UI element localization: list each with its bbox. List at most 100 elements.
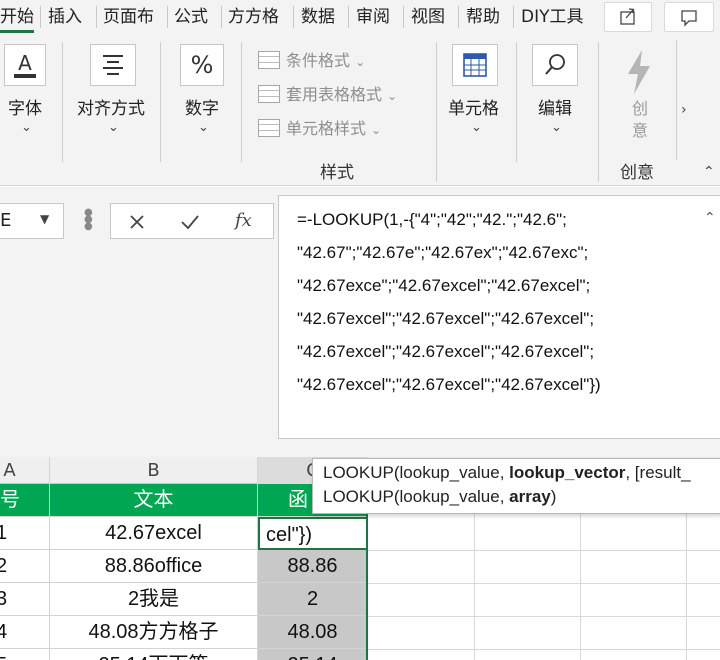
chevron-down-icon: ⌄	[198, 120, 209, 135]
formula-line: "42.67excel";"42.67excel";"42.67excel"})	[297, 375, 601, 394]
tooltip-signature-vector[interactable]: LOOKUP(lookup_value, lookup_vector, [res…	[323, 463, 691, 483]
tab-insert[interactable]: 插入	[48, 4, 82, 30]
conditional-formatting-button[interactable]: 条件格式 ⌄	[258, 48, 365, 74]
name-box-value: E	[0, 210, 12, 231]
tab-formulas[interactable]: 公式	[174, 4, 208, 30]
editing-button[interactable]	[532, 44, 578, 86]
tab-separator	[403, 6, 404, 28]
search-icon	[545, 54, 565, 75]
comment-icon	[681, 10, 697, 27]
tab-view[interactable]: 视图	[411, 4, 445, 30]
chevron-down-icon[interactable]: ▼	[40, 212, 49, 226]
number-format-button[interactable]: %	[180, 44, 224, 86]
ribbon-separator	[436, 42, 437, 182]
table-row-text[interactable]: 48.08方方格子	[50, 616, 258, 649]
comments-button[interactable]	[664, 2, 714, 32]
tab-page-layout[interactable]: 页面布	[103, 4, 154, 30]
tab-separator	[348, 6, 349, 28]
active-cell[interactable]: cel"})	[258, 517, 368, 550]
font-button[interactable]: A	[4, 44, 46, 86]
chevron-down-icon: ⌄	[355, 55, 366, 69]
table-row-text[interactable]: 42.67excel	[50, 517, 258, 550]
tab-separator	[221, 6, 222, 28]
chevron-right-icon[interactable]: ›	[681, 102, 687, 118]
tab-separator	[40, 6, 41, 28]
name-box[interactable]: E ▼	[0, 203, 64, 239]
chevron-down-icon: ⌄	[371, 123, 382, 137]
grid-line	[368, 550, 720, 551]
cells-grid-icon	[463, 53, 487, 77]
chevron-down-icon: ⌄	[471, 120, 482, 135]
insert-function-icon[interactable]: fx	[235, 210, 252, 231]
table-header-text[interactable]: 文本	[50, 484, 258, 517]
tab-separator	[513, 6, 514, 28]
lightning-icon	[628, 50, 650, 94]
chevron-down-icon: ⌄	[387, 89, 398, 103]
ribbon-separator	[516, 42, 517, 162]
ribbon-separator	[241, 42, 242, 162]
splitter-handle[interactable]: ● ● ●	[84, 208, 93, 232]
table-row-result[interactable]: 25.14	[258, 649, 368, 660]
svg-text:A: A	[18, 51, 32, 75]
table-row-number[interactable]: 2	[0, 550, 50, 583]
create-group-label: 创意	[620, 163, 654, 183]
create-button-label[interactable]: 创意	[630, 98, 650, 142]
font-group-label: 字体	[8, 99, 42, 119]
cell-styles-button[interactable]: 单元格样式 ⌄	[258, 116, 381, 142]
cells-group-label: 单元格	[448, 99, 499, 119]
formula-line: "42.67excel";"42.67excel";"42.67excel";	[297, 309, 595, 328]
table-row-text[interactable]: 2我是	[50, 583, 258, 616]
formula-input[interactable]: =-LOOKUP(1,-{"4";"42";"42.";"42.6"; "42.…	[278, 195, 720, 439]
chevron-down-icon: ⌄	[108, 120, 119, 135]
ribbon-tab-bar: 开始 插入 页面布 公式 方方格 数据 审阅 视图 帮助 DIY工具	[0, 0, 720, 36]
tab-ffcell[interactable]: 方方格	[228, 4, 279, 30]
alignment-button[interactable]	[90, 44, 136, 86]
chevron-down-icon: ⌄	[551, 120, 562, 135]
share-icon	[620, 8, 635, 25]
column-header-a[interactable]: A	[0, 457, 50, 484]
ribbon-separator	[160, 42, 161, 162]
tooltip-signature-array[interactable]: LOOKUP(lookup_value, array)	[323, 487, 556, 507]
cell-styles-icon	[258, 119, 280, 137]
function-signature-tooltip: LOOKUP(lookup_value, lookup_vector, [res…	[312, 458, 720, 514]
table-header-number[interactable]: 号	[0, 484, 50, 517]
cancel-icon[interactable]	[127, 212, 147, 232]
percent-icon: %	[191, 51, 214, 79]
table-row-result[interactable]: 88.86	[258, 550, 368, 583]
tab-review[interactable]: 审阅	[356, 4, 390, 30]
table-row-number[interactable]: 4	[0, 616, 50, 649]
grid-line	[368, 583, 720, 584]
ribbon-separator	[598, 42, 599, 182]
formula-line: "42.67exce";"42.67excel";"42.67excel";	[297, 276, 591, 295]
enter-check-icon[interactable]	[179, 212, 201, 232]
table-row-text[interactable]: 25.14下下策	[50, 649, 258, 660]
formula-line: "42.67";"42.67e";"42.67ex";"42.67exc";	[297, 243, 589, 262]
share-button[interactable]	[604, 2, 652, 32]
ribbon-home: A 字体 ⌄ 对齐方式 ⌄ % 数字 ⌄ 条件格式 ⌄ 套用表格格式 ⌄ 单元格…	[0, 36, 720, 186]
table-row-result[interactable]: 48.08	[258, 616, 368, 649]
formula-line: "42.67excel";"42.67excel";"42.67excel";	[297, 342, 595, 361]
cells-button[interactable]	[452, 44, 498, 86]
styles-group-label: 样式	[320, 163, 354, 183]
alignment-group-label: 对齐方式	[77, 99, 145, 119]
align-center-icon	[103, 55, 123, 75]
tab-separator	[167, 6, 168, 28]
table-row-result[interactable]: 2	[258, 583, 368, 616]
collapse-ribbon-icon[interactable]: ⌃	[703, 164, 715, 180]
tab-diy-tools[interactable]: DIY工具	[521, 4, 585, 30]
grid-line	[368, 616, 720, 617]
tab-help[interactable]: 帮助	[466, 4, 500, 30]
column-header-b[interactable]: B	[50, 457, 258, 484]
svg-text:%: %	[191, 51, 214, 79]
table-row-number[interactable]: 3	[0, 583, 50, 616]
format-as-table-button[interactable]: 套用表格格式 ⌄	[258, 82, 397, 108]
number-group-label: 数字	[185, 99, 219, 119]
table-row-number[interactable]: 1	[0, 517, 50, 550]
formula-buttons: fx	[110, 203, 274, 239]
conditional-formatting-icon	[258, 51, 280, 69]
tab-home[interactable]: 开始	[0, 4, 34, 30]
table-row-text[interactable]: 88.86office	[50, 550, 258, 583]
collapse-formula-bar-icon[interactable]: ⌃	[704, 210, 716, 226]
table-row-number[interactable]: 5	[0, 649, 50, 660]
tab-data[interactable]: 数据	[301, 4, 335, 30]
